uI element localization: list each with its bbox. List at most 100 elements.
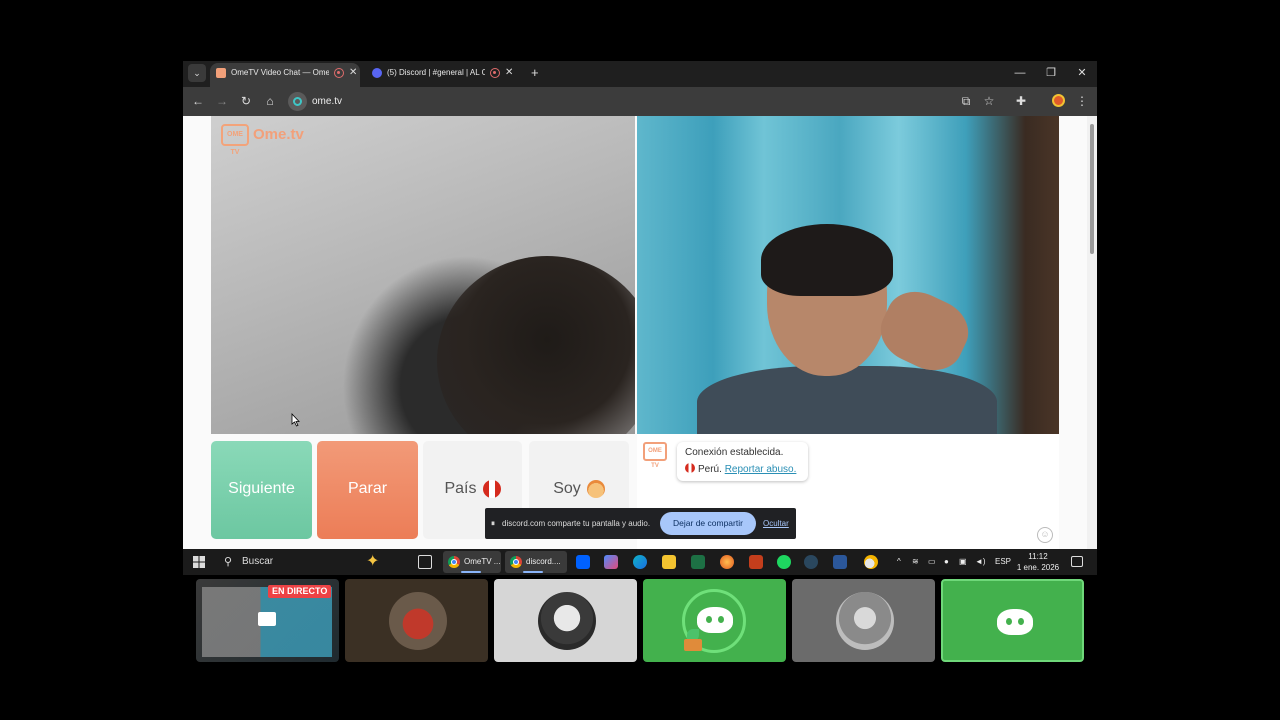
weather-icon[interactable] bbox=[864, 555, 878, 569]
battery-icon[interactable]: ▭ bbox=[928, 549, 936, 575]
peru-flag-icon bbox=[482, 479, 501, 498]
live-badge: EN DIRECTO bbox=[268, 585, 332, 598]
browser-window: ⌄ OmeTV Video Chat — Ome ✕ (5) Discord |… bbox=[183, 61, 1097, 575]
participant-tile[interactable] bbox=[345, 579, 488, 662]
country-line: Perú. Reportar abuso. bbox=[685, 463, 796, 475]
discord-favicon-icon bbox=[372, 68, 382, 78]
search-icon: ⚲ bbox=[224, 556, 233, 568]
share-message: discord.com comparte tu pantalla y audio… bbox=[502, 519, 651, 528]
stop-button[interactable]: Parar bbox=[317, 441, 418, 539]
chrome-icon bbox=[510, 556, 522, 568]
taskbar-app-ometv[interactable]: OmeTV ... bbox=[443, 551, 501, 573]
boy-face-icon bbox=[586, 479, 605, 498]
network-icon[interactable]: ≋ bbox=[912, 549, 919, 575]
file-explorer-icon[interactable] bbox=[662, 555, 676, 569]
home-icon[interactable]: ⌂ bbox=[262, 93, 278, 109]
tab-ometv[interactable]: OmeTV Video Chat — Ome ✕ bbox=[210, 63, 360, 87]
ometv-chat-icon: OME TV bbox=[643, 442, 667, 469]
pause-icon: ⏸ bbox=[491, 519, 495, 528]
language-indicator[interactable]: ESP bbox=[995, 549, 1011, 575]
close-tab-icon[interactable]: ✕ bbox=[505, 63, 513, 83]
tab-discord[interactable]: (5) Discord | #general | AL C ✕ bbox=[366, 63, 516, 87]
clock-date: 1 ene. 2026 bbox=[1016, 563, 1060, 572]
back-icon[interactable]: ← bbox=[190, 93, 206, 109]
next-label: Siguiente bbox=[228, 480, 295, 497]
forward-icon[interactable]: → bbox=[214, 93, 230, 109]
steam-icon[interactable] bbox=[804, 555, 818, 569]
microphone-icon[interactable]: ● bbox=[944, 549, 949, 575]
participant-tile[interactable] bbox=[494, 579, 637, 662]
tray-chevron-icon[interactable]: ^ bbox=[897, 549, 901, 575]
avatar bbox=[389, 592, 447, 650]
chevron-down-icon: ⌄ bbox=[193, 68, 201, 78]
mouse-cursor-icon bbox=[291, 413, 300, 427]
taskbar-app-discord[interactable]: discord.... bbox=[505, 551, 567, 573]
country-name: Perú. bbox=[698, 464, 722, 475]
avatar bbox=[836, 592, 894, 650]
minimize-button[interactable]: — bbox=[1005, 64, 1035, 82]
clock[interactable]: 11:12 1 ene. 2026 bbox=[1015, 551, 1061, 573]
tab-title: OmeTV Video Chat — Ome bbox=[231, 68, 329, 77]
recording-icon bbox=[490, 68, 500, 78]
report-abuse-link[interactable]: Reportar abuso. bbox=[725, 464, 797, 475]
bookmark-star-icon[interactable]: ☆ bbox=[981, 93, 997, 109]
remote-camera-video bbox=[637, 116, 1059, 434]
site-info-icon[interactable] bbox=[288, 92, 307, 111]
profile-avatar-icon[interactable] bbox=[1050, 93, 1066, 109]
browser-toolbar: ← → ↻ ⌂ ome.tv ⧉ ☆ ✚ ⋮ bbox=[183, 87, 1097, 116]
excel-icon[interactable] bbox=[691, 555, 705, 569]
stop-sharing-button[interactable]: Dejar de compartir bbox=[660, 512, 756, 535]
participant-tile[interactable] bbox=[792, 579, 935, 662]
menu-kebab-icon[interactable]: ⋮ bbox=[1074, 93, 1090, 109]
person-hair bbox=[761, 224, 893, 296]
url-text: ome.tv bbox=[312, 96, 343, 107]
emoji-picker-icon[interactable]: ☺ bbox=[1037, 527, 1053, 543]
windows-start-icon[interactable] bbox=[193, 556, 205, 568]
blurred-person bbox=[437, 256, 635, 434]
notification-center-icon[interactable] bbox=[1071, 556, 1083, 567]
spotify-icon[interactable] bbox=[777, 555, 791, 569]
reload-icon[interactable]: ↻ bbox=[238, 93, 254, 109]
tv-icon: OME TV bbox=[221, 124, 249, 156]
participant-tile[interactable] bbox=[941, 579, 1084, 662]
recording-icon bbox=[334, 68, 344, 78]
active-indicator bbox=[523, 571, 543, 573]
word-icon[interactable] bbox=[833, 555, 847, 569]
tab-search-button[interactable]: ⌄ bbox=[188, 64, 206, 82]
clock-time: 11:12 bbox=[1028, 552, 1048, 561]
copilot-sparkle-icon[interactable]: ✦ bbox=[366, 552, 396, 572]
firefox-icon[interactable] bbox=[720, 555, 734, 569]
scrollbar[interactable] bbox=[1087, 116, 1097, 549]
chrome-icon bbox=[448, 556, 460, 568]
country-label: País bbox=[444, 480, 477, 497]
scroll-thumb[interactable] bbox=[1090, 124, 1094, 254]
discord-call-strip: EN DIRECTO bbox=[196, 579, 1084, 662]
install-app-icon[interactable]: ⧉ bbox=[958, 93, 974, 109]
close-tab-icon[interactable]: ✕ bbox=[349, 63, 357, 83]
extensions-icon[interactable]: ✚ bbox=[1013, 93, 1029, 109]
edge-icon[interactable] bbox=[633, 555, 647, 569]
hide-link[interactable]: Ocultar bbox=[763, 508, 789, 539]
self-camera-video: OME TV Ome.tv bbox=[211, 116, 635, 434]
new-tab-button[interactable]: + bbox=[531, 64, 539, 82]
powerpoint-icon[interactable] bbox=[749, 555, 763, 569]
connection-status: Conexión establecida. bbox=[685, 447, 784, 458]
screen-share-icon[interactable]: ▣ bbox=[959, 549, 967, 575]
search-label: Buscar bbox=[242, 556, 274, 567]
avatar bbox=[538, 592, 596, 650]
next-button[interactable]: Siguiente bbox=[211, 441, 312, 539]
news-app-icon[interactable] bbox=[604, 555, 618, 569]
dropbox-icon[interactable] bbox=[576, 555, 590, 569]
participant-tile-speaking[interactable] bbox=[643, 579, 786, 662]
restore-button[interactable]: ❐ bbox=[1036, 64, 1066, 82]
close-window-button[interactable]: ✕ bbox=[1067, 64, 1097, 82]
screen-share-bar: ⏸ discord.com comparte tu pantalla y aud… bbox=[485, 508, 796, 539]
stream-preview-tile[interactable]: EN DIRECTO bbox=[196, 579, 339, 662]
tab-title: (5) Discord | #general | AL C bbox=[387, 68, 485, 77]
task-view-icon[interactable] bbox=[418, 555, 432, 569]
address-bar[interactable]: ome.tv bbox=[288, 91, 388, 112]
taskbar-app-label: OmeTV ... bbox=[464, 557, 501, 566]
volume-icon[interactable]: ◄) bbox=[975, 549, 986, 575]
stop-label: Parar bbox=[347, 480, 388, 497]
screen-share-icon bbox=[258, 612, 276, 626]
